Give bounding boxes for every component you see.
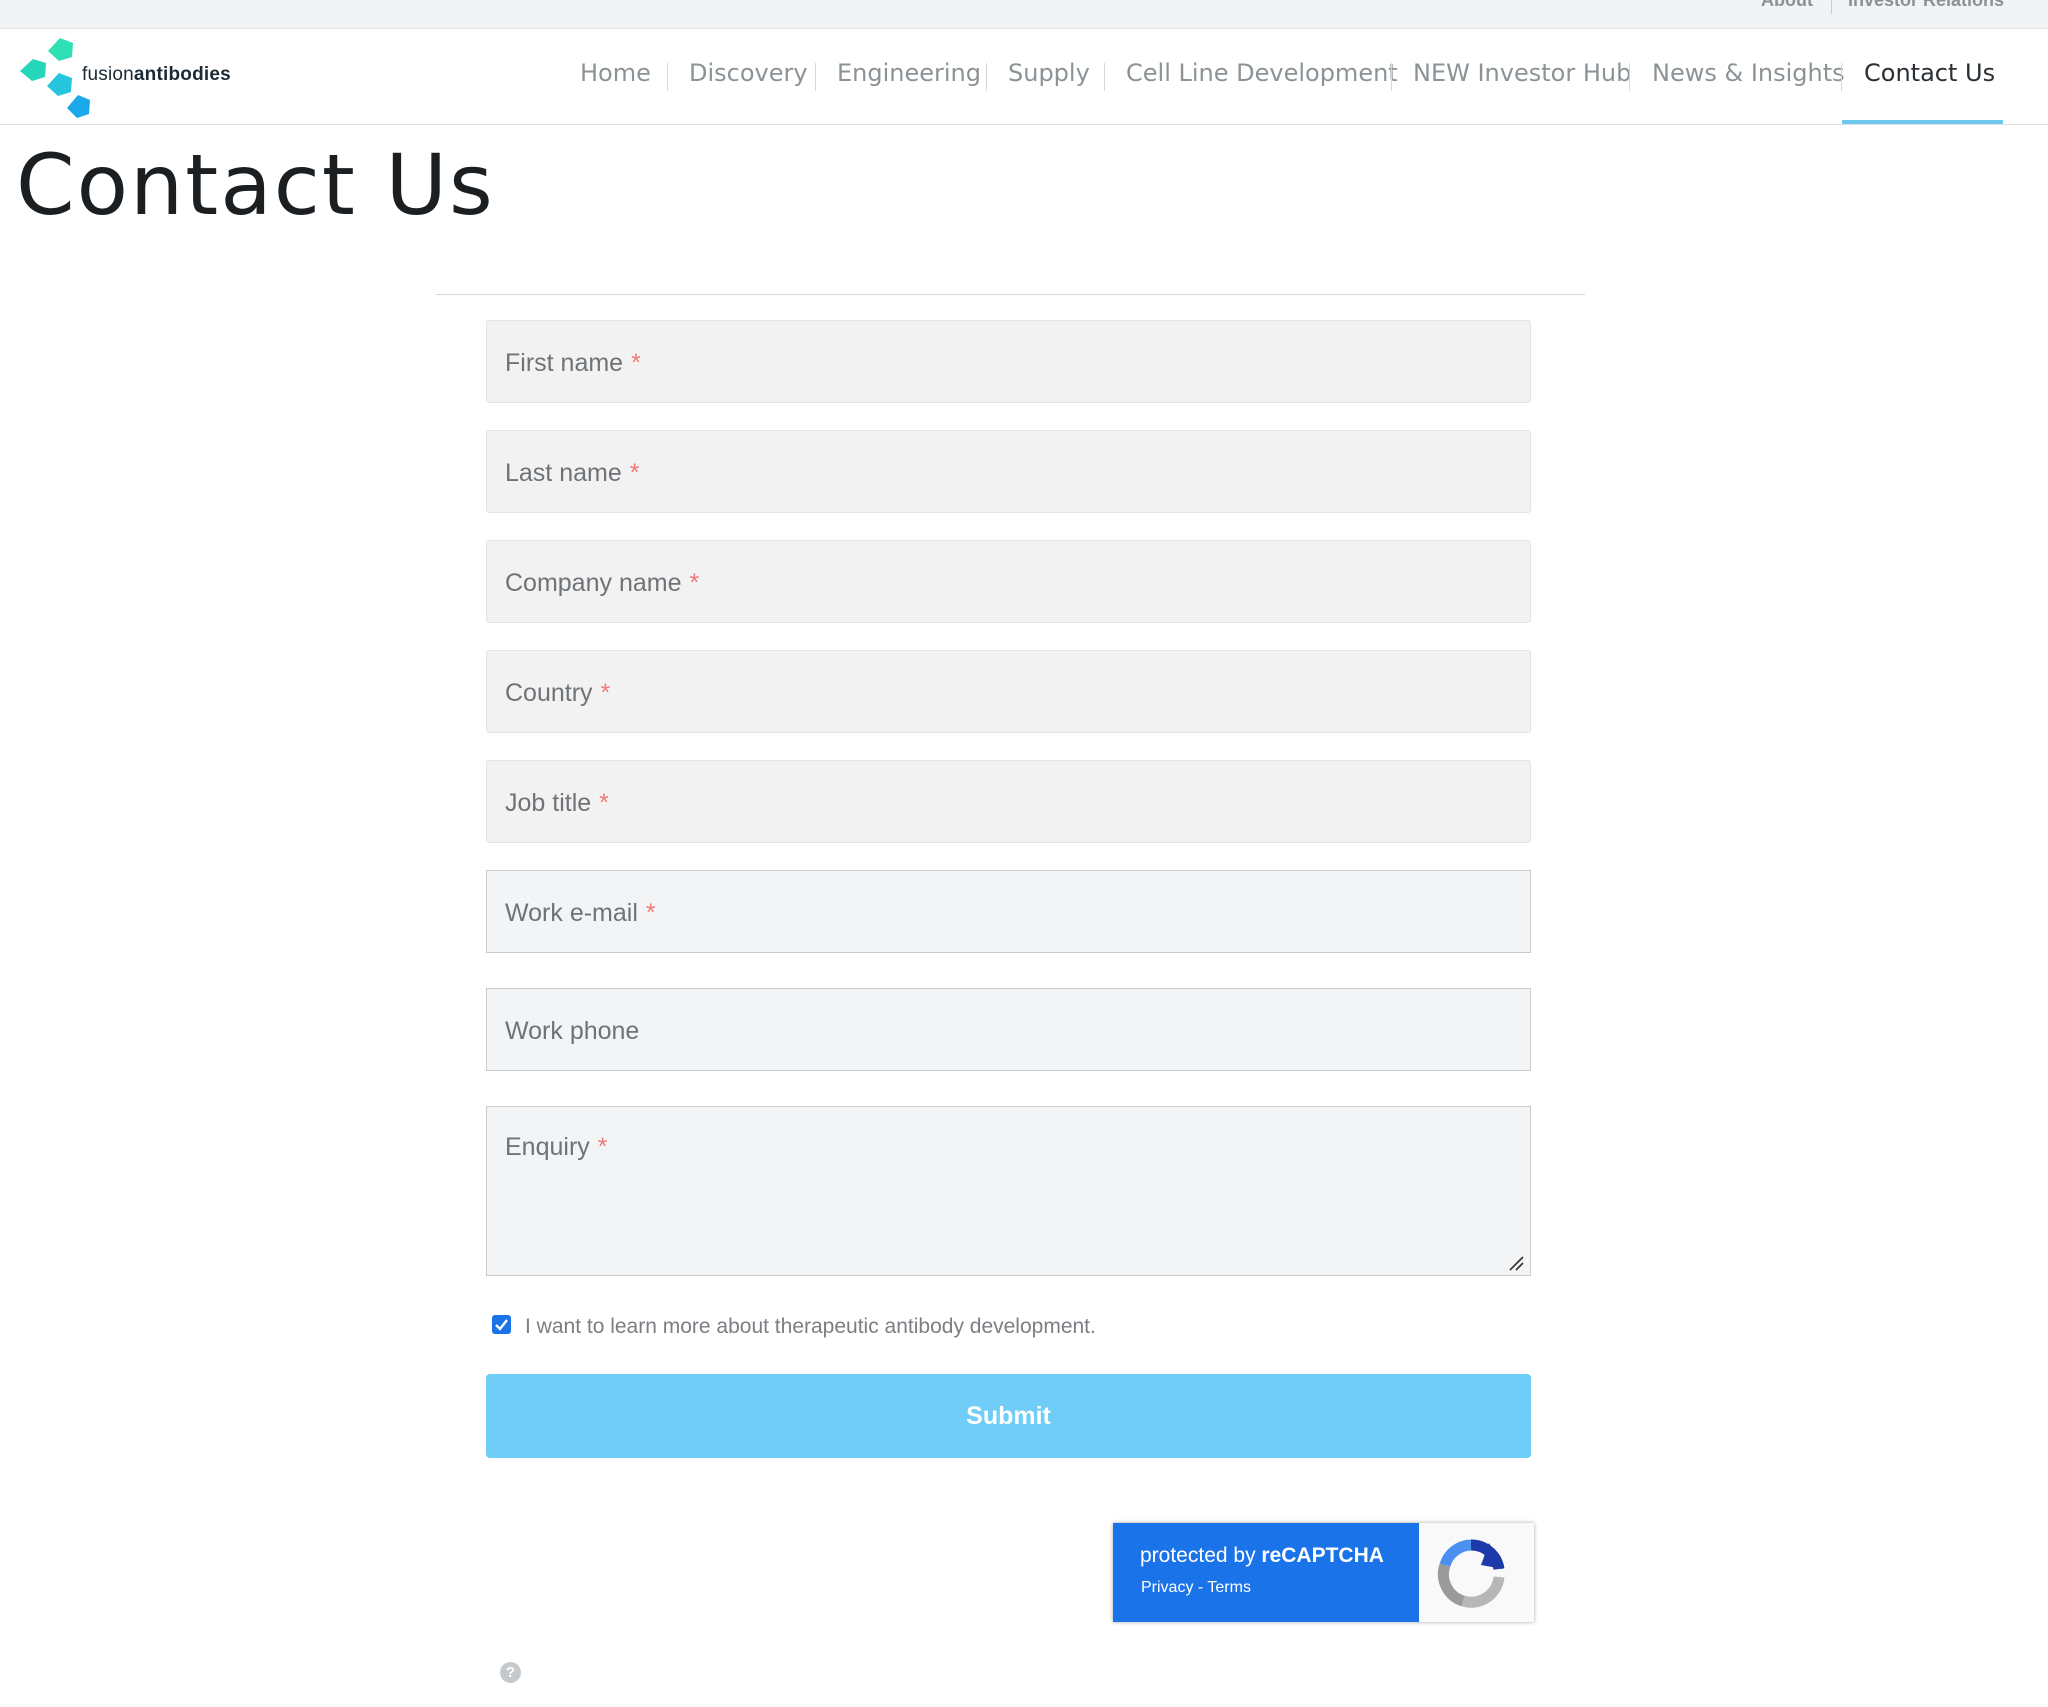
job-title-field[interactable]: Job title *	[486, 760, 1531, 843]
nav-item-cell-line-development[interactable]: Cell Line Development	[1126, 59, 1398, 87]
nav-item-news-insights[interactable]: News & Insights	[1652, 59, 1845, 87]
submit-button[interactable]: Submit	[486, 1374, 1531, 1458]
company-name-label: Company name *	[505, 569, 700, 597]
recaptcha-link-separator: -	[1193, 1579, 1208, 1596]
brand-name-bold: antibodies	[133, 64, 231, 85]
utility-bar: About Investor Relations	[0, 0, 2048, 29]
required-marker: *	[631, 349, 641, 377]
brand-name-light: fusion	[82, 64, 134, 85]
nav-item-engineering[interactable]: Engineering	[837, 59, 981, 87]
nav-divider	[1629, 63, 1630, 91]
work-email-field[interactable]: Work e-mail *	[486, 870, 1531, 953]
consent-label: I want to learn more about therapeutic a…	[525, 1315, 1096, 1338]
first-name-label: First name *	[505, 349, 641, 377]
utility-divider	[1831, 0, 1832, 14]
nav-divider	[1841, 63, 1842, 91]
page-title: Contact Us	[16, 136, 495, 234]
country-label: Country *	[505, 679, 611, 707]
nav-item-discovery[interactable]: Discovery	[689, 59, 808, 87]
title-divider	[436, 294, 1585, 295]
company-name-field[interactable]: Company name *	[486, 540, 1531, 623]
required-marker: *	[629, 459, 640, 487]
nav-divider	[815, 63, 816, 91]
nav-divider	[1104, 63, 1105, 91]
work-phone-label: Work phone	[505, 1017, 640, 1045]
work-email-label: Work e-mail *	[505, 899, 656, 927]
recaptcha-badge: protected by reCAPTCHA Privacy - Terms	[1113, 1523, 1534, 1622]
enquiry-label: Enquiry *	[505, 1133, 608, 1161]
recaptcha-logo-icon	[1437, 1539, 1505, 1608]
required-marker: *	[599, 789, 609, 817]
checkmark-icon	[495, 1319, 508, 1331]
nav-item-contact-us[interactable]: Contact Us	[1864, 59, 1995, 87]
recaptcha-links: Privacy - Terms	[1141, 1579, 1251, 1597]
nav-divider	[1391, 63, 1392, 91]
about-link[interactable]: About	[1761, 0, 1813, 11]
required-marker: *	[600, 679, 611, 707]
investor-relations-link[interactable]: Investor Relations	[1848, 0, 2004, 11]
nav-item-supply[interactable]: Supply	[1008, 59, 1090, 87]
nav-divider	[986, 63, 987, 91]
required-marker: *	[645, 899, 656, 927]
consent-checkbox[interactable]	[492, 1315, 511, 1334]
job-title-label: Job title *	[505, 789, 609, 817]
last-name-label: Last name *	[505, 459, 640, 487]
enquiry-textarea[interactable]: Enquiry *	[486, 1106, 1531, 1276]
site-header: fusionantibodies Home Discovery Engineer…	[0, 29, 2048, 125]
brand-wordmark[interactable]: fusionantibodies	[82, 64, 231, 86]
nav-item-home[interactable]: Home	[580, 59, 651, 87]
recaptcha-title: protected by reCAPTCHA	[1140, 1544, 1384, 1567]
nav-item-investor-hub[interactable]: NEW Investor Hub	[1413, 59, 1631, 87]
required-marker: *	[689, 569, 700, 597]
active-nav-indicator	[1842, 120, 2003, 124]
first-name-field[interactable]: First name *	[486, 320, 1531, 403]
recaptcha-terms-link[interactable]: Terms	[1207, 1579, 1251, 1596]
country-field[interactable]: Country *	[486, 650, 1531, 733]
required-marker: *	[597, 1133, 608, 1161]
resize-handle-icon[interactable]	[1508, 1255, 1524, 1271]
work-phone-field[interactable]: Work phone	[486, 988, 1531, 1071]
recaptcha-privacy-link[interactable]: Privacy	[1141, 1579, 1193, 1596]
last-name-field[interactable]: Last name *	[486, 430, 1531, 513]
recaptcha-panel: protected by reCAPTCHA Privacy - Terms	[1113, 1523, 1419, 1622]
question-icon[interactable]: ?	[500, 1662, 521, 1683]
nav-divider	[667, 63, 668, 91]
